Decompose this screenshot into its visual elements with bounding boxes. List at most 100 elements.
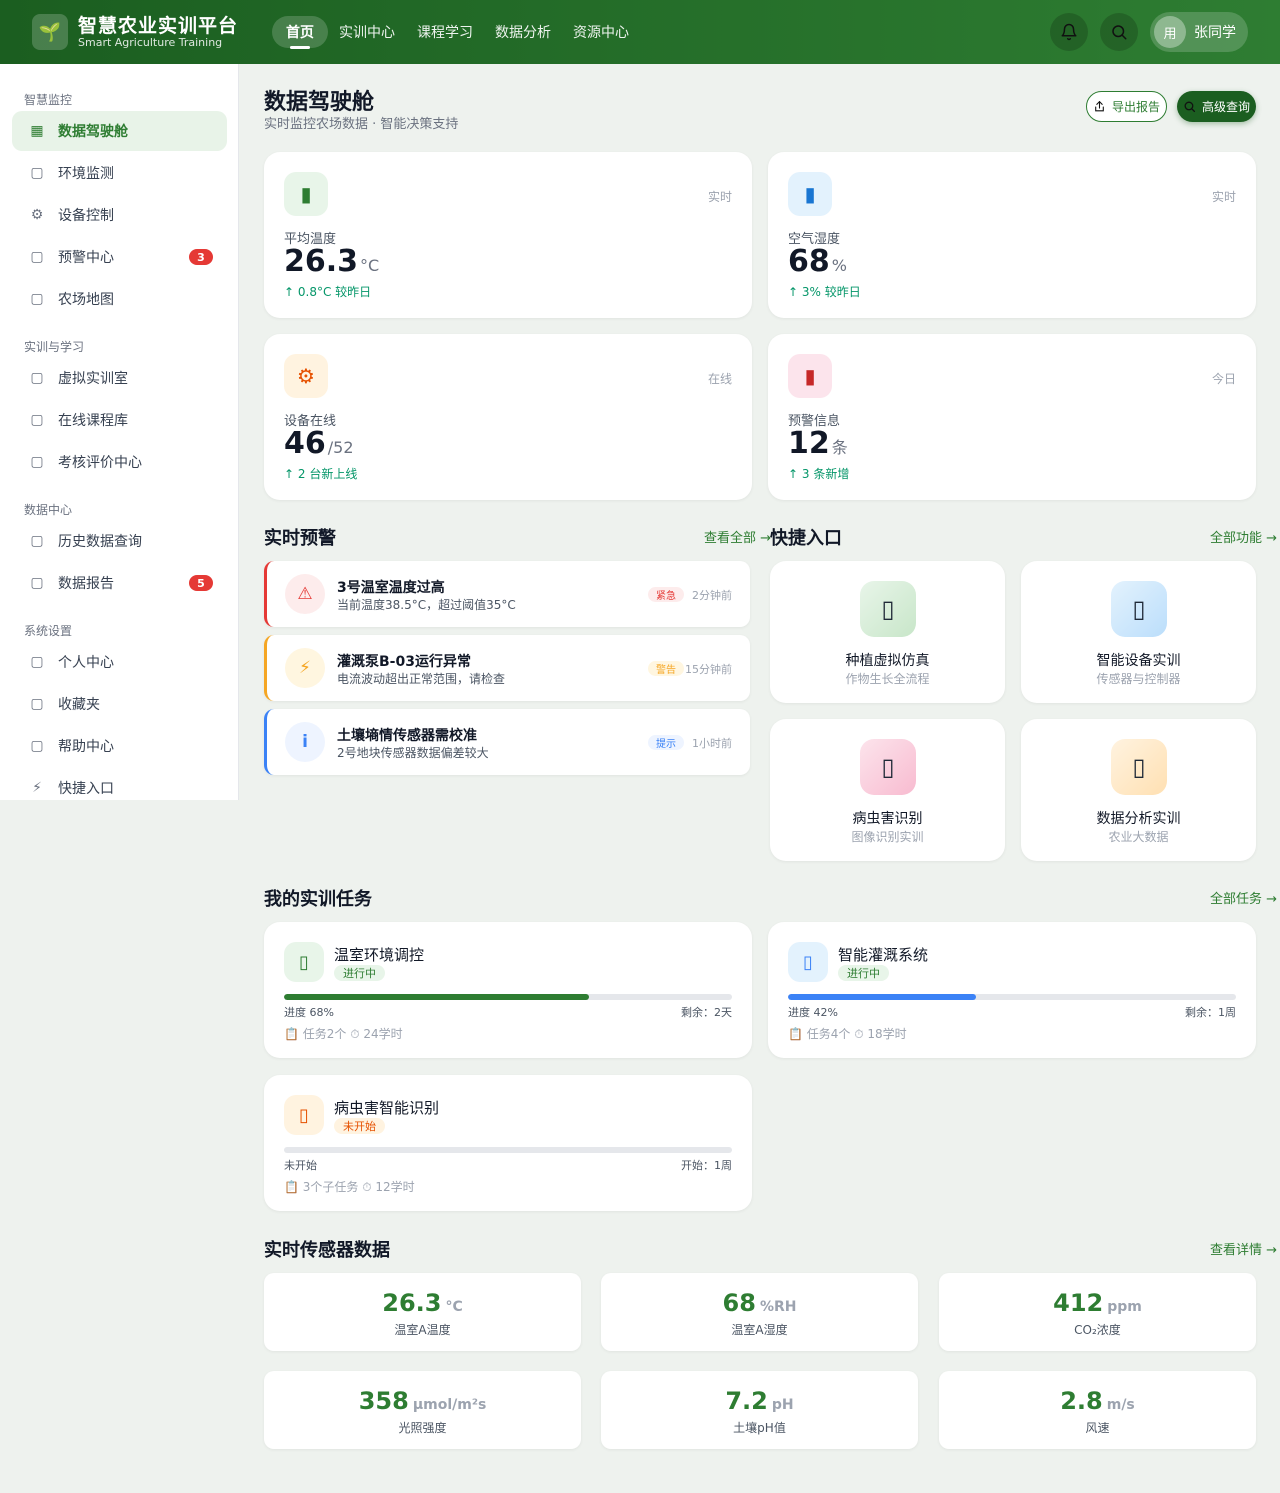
robot-icon: ▯ — [1111, 581, 1167, 637]
sensor-card[interactable]: 7.2 pH 土壤pH值 — [601, 1371, 918, 1449]
task-meta: 📋 任务2个 ⏱ 24学时 — [284, 1027, 403, 1041]
task-title: 病虫害智能识别 — [334, 1099, 440, 1117]
sidebar-item-label: 农场地图 — [58, 292, 114, 308]
all-features-link[interactable]: 全部功能 → — [1210, 527, 1277, 546]
task-card[interactable]: ▯ 病虫害智能识别 未开始 未开始 开始：1周 📋 3个子任务 ⏱ 12学时 — [264, 1075, 752, 1211]
quick-section-title: 快捷入口 — [770, 528, 842, 549]
sensor-card[interactable]: 26.3 °C 温室A温度 — [264, 1273, 581, 1351]
sidebar-item-reports[interactable]: ▢ 数据报告 5 — [12, 563, 227, 603]
alerts-count-badge: 3 — [189, 249, 213, 265]
sidebar-item-assessment[interactable]: ▢ 考核评价中心 — [12, 442, 227, 482]
quick-entry-title: 数据分析实训 — [1096, 811, 1181, 827]
sidebar-item-farm-map[interactable]: ▢ 农场地图 — [12, 279, 227, 319]
stat-card-devices[interactable]: ⚙ 在线 设备在线 46/52 ↑ 2 台新上线 — [264, 334, 752, 500]
sensor-unit: pH — [771, 1397, 794, 1413]
brand[interactable]: 智慧农业实训平台 Smart Agriculture Training — [78, 15, 238, 49]
sensor-card[interactable]: 2.8 m/s 风速 — [939, 1371, 1256, 1449]
sensor-value: 7.2 pH — [601, 1387, 918, 1415]
star-icon: ▢ — [30, 696, 44, 712]
tab-home[interactable]: 首页 — [272, 16, 328, 48]
advanced-query-button[interactable]: 高级查询 — [1177, 91, 1256, 122]
lightning-icon: ⚡ — [285, 648, 325, 688]
sensor-card[interactable]: 68 %RH 温室A湿度 — [601, 1273, 918, 1351]
sidebar-item-label: 个人中心 — [58, 655, 114, 671]
stat-trend: ↑ 0.8°C 较昨日 — [284, 285, 372, 299]
sensor-value: 2.8 m/s — [939, 1387, 1256, 1415]
quick-entry-title: 智能设备实训 — [1096, 653, 1181, 669]
sensor-number: 68 — [722, 1289, 756, 1317]
sensor-card[interactable]: 412 ppm CO₂浓度 — [939, 1273, 1256, 1351]
status-badge: 进行中 — [838, 965, 889, 981]
view-all-alerts-link[interactable]: 查看全部 → — [704, 527, 771, 546]
tab-courses[interactable]: 课程学习 — [406, 16, 484, 48]
task-card[interactable]: ▯ 智能灌溉系统 进行中 进度 42% 剩余：1周 📋 任务4个 ⏱ 18学时 — [768, 922, 1256, 1058]
tab-training[interactable]: 实训中心 — [328, 16, 406, 48]
tasks-section-title: 我的实训任务 — [264, 889, 372, 910]
notification-button[interactable] — [1050, 13, 1088, 51]
tab-resources[interactable]: 资源中心 — [562, 16, 640, 48]
gear-icon: ⚙ — [30, 207, 44, 223]
seedling-icon: ▯ — [860, 581, 916, 637]
stat-card-alerts[interactable]: ▮ 今日 预警信息 12 条 ↑ 3 条新增 — [768, 334, 1256, 500]
stat-trend: ↑ 3 条新增 — [788, 467, 850, 481]
sidebar-item-label: 收藏夹 — [58, 697, 100, 713]
sensor-number: 2.8 — [1060, 1387, 1103, 1415]
sensor-card[interactable]: 358 μmol/m²s 光照强度 — [264, 1371, 581, 1449]
alert-item[interactable]: i 土壤墒情传感器需校准 2号地块传感器数据偏差较大 提示 1小时前 — [264, 709, 750, 775]
alert-time: 2分钟前 — [692, 589, 732, 602]
sidebar-item-shortcuts[interactable]: ⚡ 快捷入口 — [12, 768, 227, 808]
status-badge: 未开始 — [334, 1118, 385, 1134]
top-navigation-bar: 🌱 智慧农业实训平台 Smart Agriculture Training 首页… — [0, 0, 1280, 64]
alert-title: 3号温室温度过高 — [337, 580, 445, 596]
app-title: 智慧农业实训平台 — [78, 15, 239, 37]
stat-card-humidity[interactable]: ▮ 实时 空气湿度 68% ↑ 3% 较昨日 — [768, 152, 1256, 318]
sidebar-item-help[interactable]: ▢ 帮助中心 — [12, 726, 227, 766]
alert-item[interactable]: ⚠ 3号温室温度过高 当前温度38.5°C，超过阈值35°C 紧急 2分钟前 — [264, 561, 750, 627]
sidebar: 智慧监控 ▦ 数据驾驶舱 ▢ 环境监测 ⚙ 设备控制 ▢ 预警中心 3 ▢ 农场地图 实训与… — [0, 64, 239, 800]
sensor-details-link[interactable]: 查看详情 → — [1210, 1239, 1277, 1258]
user-menu[interactable]: 用 张同学 — [1150, 12, 1248, 52]
quick-entry-device-training[interactable]: ▯ 智能设备实训 传感器与控制器 — [1021, 561, 1256, 703]
search-button[interactable] — [1100, 13, 1138, 51]
stat-card-temperature[interactable]: ▮ 实时 平均温度 26.3 °C ↑ 0.8°C 较昨日 — [264, 152, 752, 318]
sidebar-item-course-library[interactable]: ▢ 在线课程库 — [12, 400, 227, 440]
quick-entry-pest-recognition[interactable]: ▯ 病虫害识别 图像识别实训 — [770, 719, 1005, 861]
quick-entry-title: 病虫害识别 — [852, 811, 923, 827]
task-card[interactable]: ▯ 温室环境调控 进行中 进度 68% 剩余：2天 📋 任务2个 ⏱ 24学时 — [264, 922, 752, 1058]
sidebar-item-label: 帮助中心 — [58, 739, 114, 755]
chart-icon: ▯ — [1111, 739, 1167, 795]
sensor-value: 26.3 °C — [264, 1289, 581, 1317]
alert-title: 土壤墒情传感器需校准 — [337, 728, 477, 744]
microscope-icon: ▯ — [860, 739, 916, 795]
sensor-number: 7.2 — [725, 1387, 768, 1415]
sidebar-item-dashboard[interactable]: ▦ 数据驾驶舱 — [12, 111, 227, 151]
stat-trend: ↑ 3% 较昨日 — [788, 285, 861, 299]
sidebar-item-profile[interactable]: ▢ 个人中心 — [12, 642, 227, 682]
stat-tag: 今日 — [1211, 372, 1236, 386]
task-title: 智能灌溉系统 — [838, 946, 929, 964]
tab-analytics[interactable]: 数据分析 — [484, 16, 562, 48]
sidebar-item-alerts[interactable]: ▢ 预警中心 3 — [12, 237, 227, 277]
sidebar-item-device-control[interactable]: ⚙ 设备控制 — [12, 195, 227, 235]
quick-entry-planting-sim[interactable]: ▯ 种植虚拟仿真 作物生长全流程 — [770, 561, 1005, 703]
sensor-label: 温室A湿度 — [731, 1323, 788, 1337]
stat-unit: % — [831, 256, 847, 275]
alert-item[interactable]: ⚡ 灌溉泵B-03运行异常 电流波动超出正常范围，请检查 警告 15分钟前 — [264, 635, 750, 701]
share-icon — [1095, 100, 1104, 112]
alert-icon: ▮ — [788, 354, 832, 398]
quick-entry-data-analysis[interactable]: ▯ 数据分析实训 农业大数据 — [1021, 719, 1256, 861]
leaf-icon[interactable]: 🌱 — [32, 14, 68, 50]
app-subtitle: Smart Agriculture Training — [78, 36, 223, 49]
stat-tag: 实时 — [707, 190, 732, 204]
sidebar-item-favorites[interactable]: ▢ 收藏夹 — [12, 684, 227, 724]
dashboard-icon: ▦ — [30, 123, 44, 139]
camera-icon: ▢ — [30, 165, 44, 181]
all-tasks-link[interactable]: 全部任务 → — [1210, 888, 1277, 907]
sidebar-item-history[interactable]: ▢ 历史数据查询 — [12, 521, 227, 561]
main-nav: 首页 实训中心 课程学习 数据分析 资源中心 — [272, 16, 640, 48]
export-report-button[interactable]: 导出报告 — [1086, 91, 1167, 122]
severity-badge: 提示 — [648, 735, 684, 750]
sidebar-item-virtual-lab[interactable]: ▢ 虚拟实训室 — [12, 358, 227, 398]
sidebar-item-monitoring[interactable]: ▢ 环境监测 — [12, 153, 227, 193]
stat-unit: 条 — [831, 438, 848, 457]
